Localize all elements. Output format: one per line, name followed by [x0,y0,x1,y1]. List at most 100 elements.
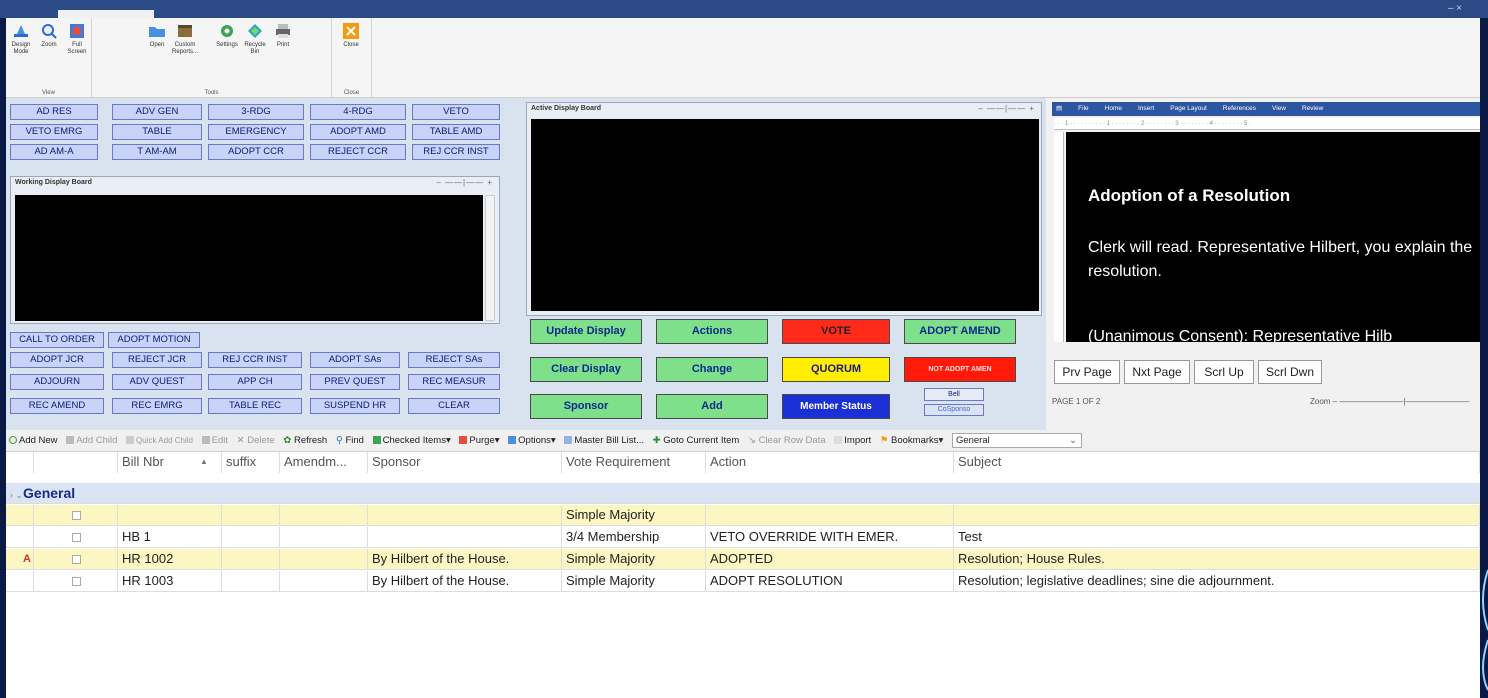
cmd-prev-quest[interactable]: PREV QUEST [310,374,400,390]
row-select-checkbox[interactable] [72,555,81,564]
cmd-4-rdg[interactable]: 4-RDG [310,104,406,120]
add-button[interactable]: Add [656,394,768,419]
row-select-checkbox[interactable] [72,577,81,586]
cmd-reject-ccr[interactable]: REJECT CCR [310,144,406,160]
zoom-slider[interactable]: Zoom – ————————|———————— [1310,394,1469,410]
word-menu-references[interactable]: References [1223,105,1256,112]
clear-display-button[interactable]: Clear Display [530,357,642,382]
purge-button[interactable]: Purge▾ [459,430,500,451]
custom-reports-button[interactable]: Custom Reports... [172,22,198,56]
cmd-adopt-amd[interactable]: ADOPT AMD [310,124,406,140]
header-vote-requirement[interactable]: Vote Requirement [562,452,706,473]
quorum-button[interactable]: QUORUM [782,357,890,382]
cmd-adjourn[interactable]: ADJOURN [10,374,104,390]
not-adopt-amen-button[interactable]: NOT ADOPT AMEN [904,357,1016,382]
word-menu-review[interactable]: Review [1302,105,1323,112]
cmd-adv-quest[interactable]: ADV QUEST [112,374,202,390]
scroll-down-button[interactable]: Scrl Dwn [1258,360,1322,384]
cmd-adopt-ccr[interactable]: ADOPT CCR [208,144,304,160]
header-amendment[interactable]: Amendm... [280,452,368,473]
window-controls[interactable]: – × [1448,3,1462,14]
options-button[interactable]: Options▾ [508,430,556,451]
word-menu-file[interactable]: File [1078,105,1088,112]
header-bill-nbr[interactable]: Bill Nbr ▲ [118,452,222,473]
checked-items-button[interactable]: Checked Items▾ [372,430,451,451]
cmd-clear[interactable]: CLEAR [408,398,500,414]
word-menu-insert[interactable]: Insert [1138,105,1154,112]
cmd-rej-ccr-inst-2[interactable]: REJ CCR INST [208,352,302,368]
cmd-veto[interactable]: VETO [412,104,500,120]
table-row[interactable]: HR 1003 By Hilbert of the House. Simple Ma… [6,571,1480,592]
full-screen-button[interactable]: Full Screen [64,22,90,56]
scroll-up-button[interactable]: Scrl Up [1194,360,1254,384]
prev-page-button[interactable]: Prv Page [1054,360,1120,384]
table-row[interactable]: A HR 1002 By Hilbert of the House. Simple M… [6,549,1480,570]
vote-button[interactable]: VOTE [782,319,890,344]
cmd-ad-am-a[interactable]: AD AM-A [10,144,98,160]
cmd-t-am-am[interactable]: T AM-AM [112,144,202,160]
refresh-button[interactable]: ✿ Refresh [283,430,327,451]
close-button[interactable]: Close [338,22,364,49]
cmd-reject-sas[interactable]: REJECT SAs [408,352,500,368]
import-button[interactable]: Import [834,430,871,451]
word-menu-view[interactable]: View [1272,105,1286,112]
cmd-adopt-sas[interactable]: ADOPT SAs [310,352,400,368]
header-suffix[interactable]: suffix [222,452,280,473]
delete-button[interactable]: ✕ Delete [237,430,275,451]
edit-button[interactable]: Edit [201,430,228,451]
row-select-checkbox[interactable] [72,533,81,542]
goto-current-item-button[interactable]: ✚ Goto Current Item [653,430,740,451]
cmd-3-rdg[interactable]: 3-RDG [208,104,304,120]
recycle-bin-button[interactable]: Recycle Bin [242,22,268,56]
cmd-adopt-jcr[interactable]: ADOPT JCR [10,352,104,368]
cmd-rec-emrg[interactable]: REC EMRG [112,398,202,414]
working-board-zoom-slider[interactable]: – ——|—— + [436,178,493,187]
cmd-ad-res[interactable]: AD RES [10,104,98,120]
header-action[interactable]: Action [706,452,954,473]
print-button[interactable]: Print [270,22,296,49]
table-row[interactable]: HB 1 3/4 Membership VETO OVERRIDE WITH EME… [6,527,1480,548]
document-page[interactable]: Adoption of a Resolution Clerk will read… [1066,132,1480,342]
settings-button[interactable]: Settings [214,22,240,49]
cmd-rec-amend[interactable]: REC AMEND [10,398,104,414]
cmd-call-to-order[interactable]: CALL TO ORDER [10,332,104,348]
table-row[interactable]: Simple Majority [6,505,1480,526]
cmd-veto-emrg[interactable]: VETO EMRG [10,124,98,140]
update-display-button[interactable]: Update Display [530,319,642,344]
cmd-suspend-hr[interactable]: SUSPEND HR [310,398,400,414]
quick-add-child-button[interactable]: Quick Add Child [126,430,193,451]
master-bill-list-button[interactable]: Master Bill List... [564,430,644,451]
cmd-adopt-motion[interactable]: ADOPT MOTION [108,332,200,348]
find-button[interactable]: ⚲ Find [336,430,364,451]
collapse-chevron-icon[interactable]: › ⌄ [10,490,23,500]
change-button[interactable]: Change [656,357,768,382]
cmd-app-ch[interactable]: APP CH [208,374,302,390]
header-subject[interactable]: Subject [954,452,1480,473]
next-page-button[interactable]: Nxt Page [1124,360,1190,384]
cmd-emergency[interactable]: EMERGENCY [208,124,304,140]
cmd-table-rec[interactable]: TABLE REC [208,398,302,414]
cmd-adv-gen[interactable]: ADV GEN [112,104,202,120]
member-status-button[interactable]: Member Status [782,394,890,419]
active-board-screen[interactable] [531,119,1039,311]
word-menu-page-layout[interactable]: Page Layout [1170,105,1207,112]
word-menu-home[interactable]: Home [1105,105,1122,112]
header-sponsor[interactable]: Sponsor [368,452,562,473]
design-mode-button[interactable]: Design Mode [8,22,34,56]
cmd-rej-ccr-inst[interactable]: REJ CCR INST [412,144,500,160]
cmd-table[interactable]: TABLE [112,124,202,140]
working-board-scrollbar[interactable] [485,195,495,321]
sponsor-button[interactable]: Sponsor [530,394,642,419]
add-child-button[interactable]: Add Child [66,430,117,451]
add-new-button[interactable]: Add New [9,430,58,451]
row-select-checkbox[interactable] [72,511,81,520]
group-row-general[interactable]: › ⌄General [6,483,1480,504]
bookmarks-button[interactable]: ⚑ Bookmarks▾ [880,430,943,451]
adopt-amend-button[interactable]: ADOPT AMEND [904,319,1016,344]
working-board-screen[interactable] [15,195,483,321]
cmd-table-amd[interactable]: TABLE AMD [412,124,500,140]
bell-button[interactable]: Bell [924,388,984,401]
ribbon-tab-home[interactable] [58,10,154,18]
cmd-reject-jcr[interactable]: REJECT JCR [112,352,202,368]
clear-row-data-button[interactable]: ↘ Clear Row Data [748,430,826,451]
